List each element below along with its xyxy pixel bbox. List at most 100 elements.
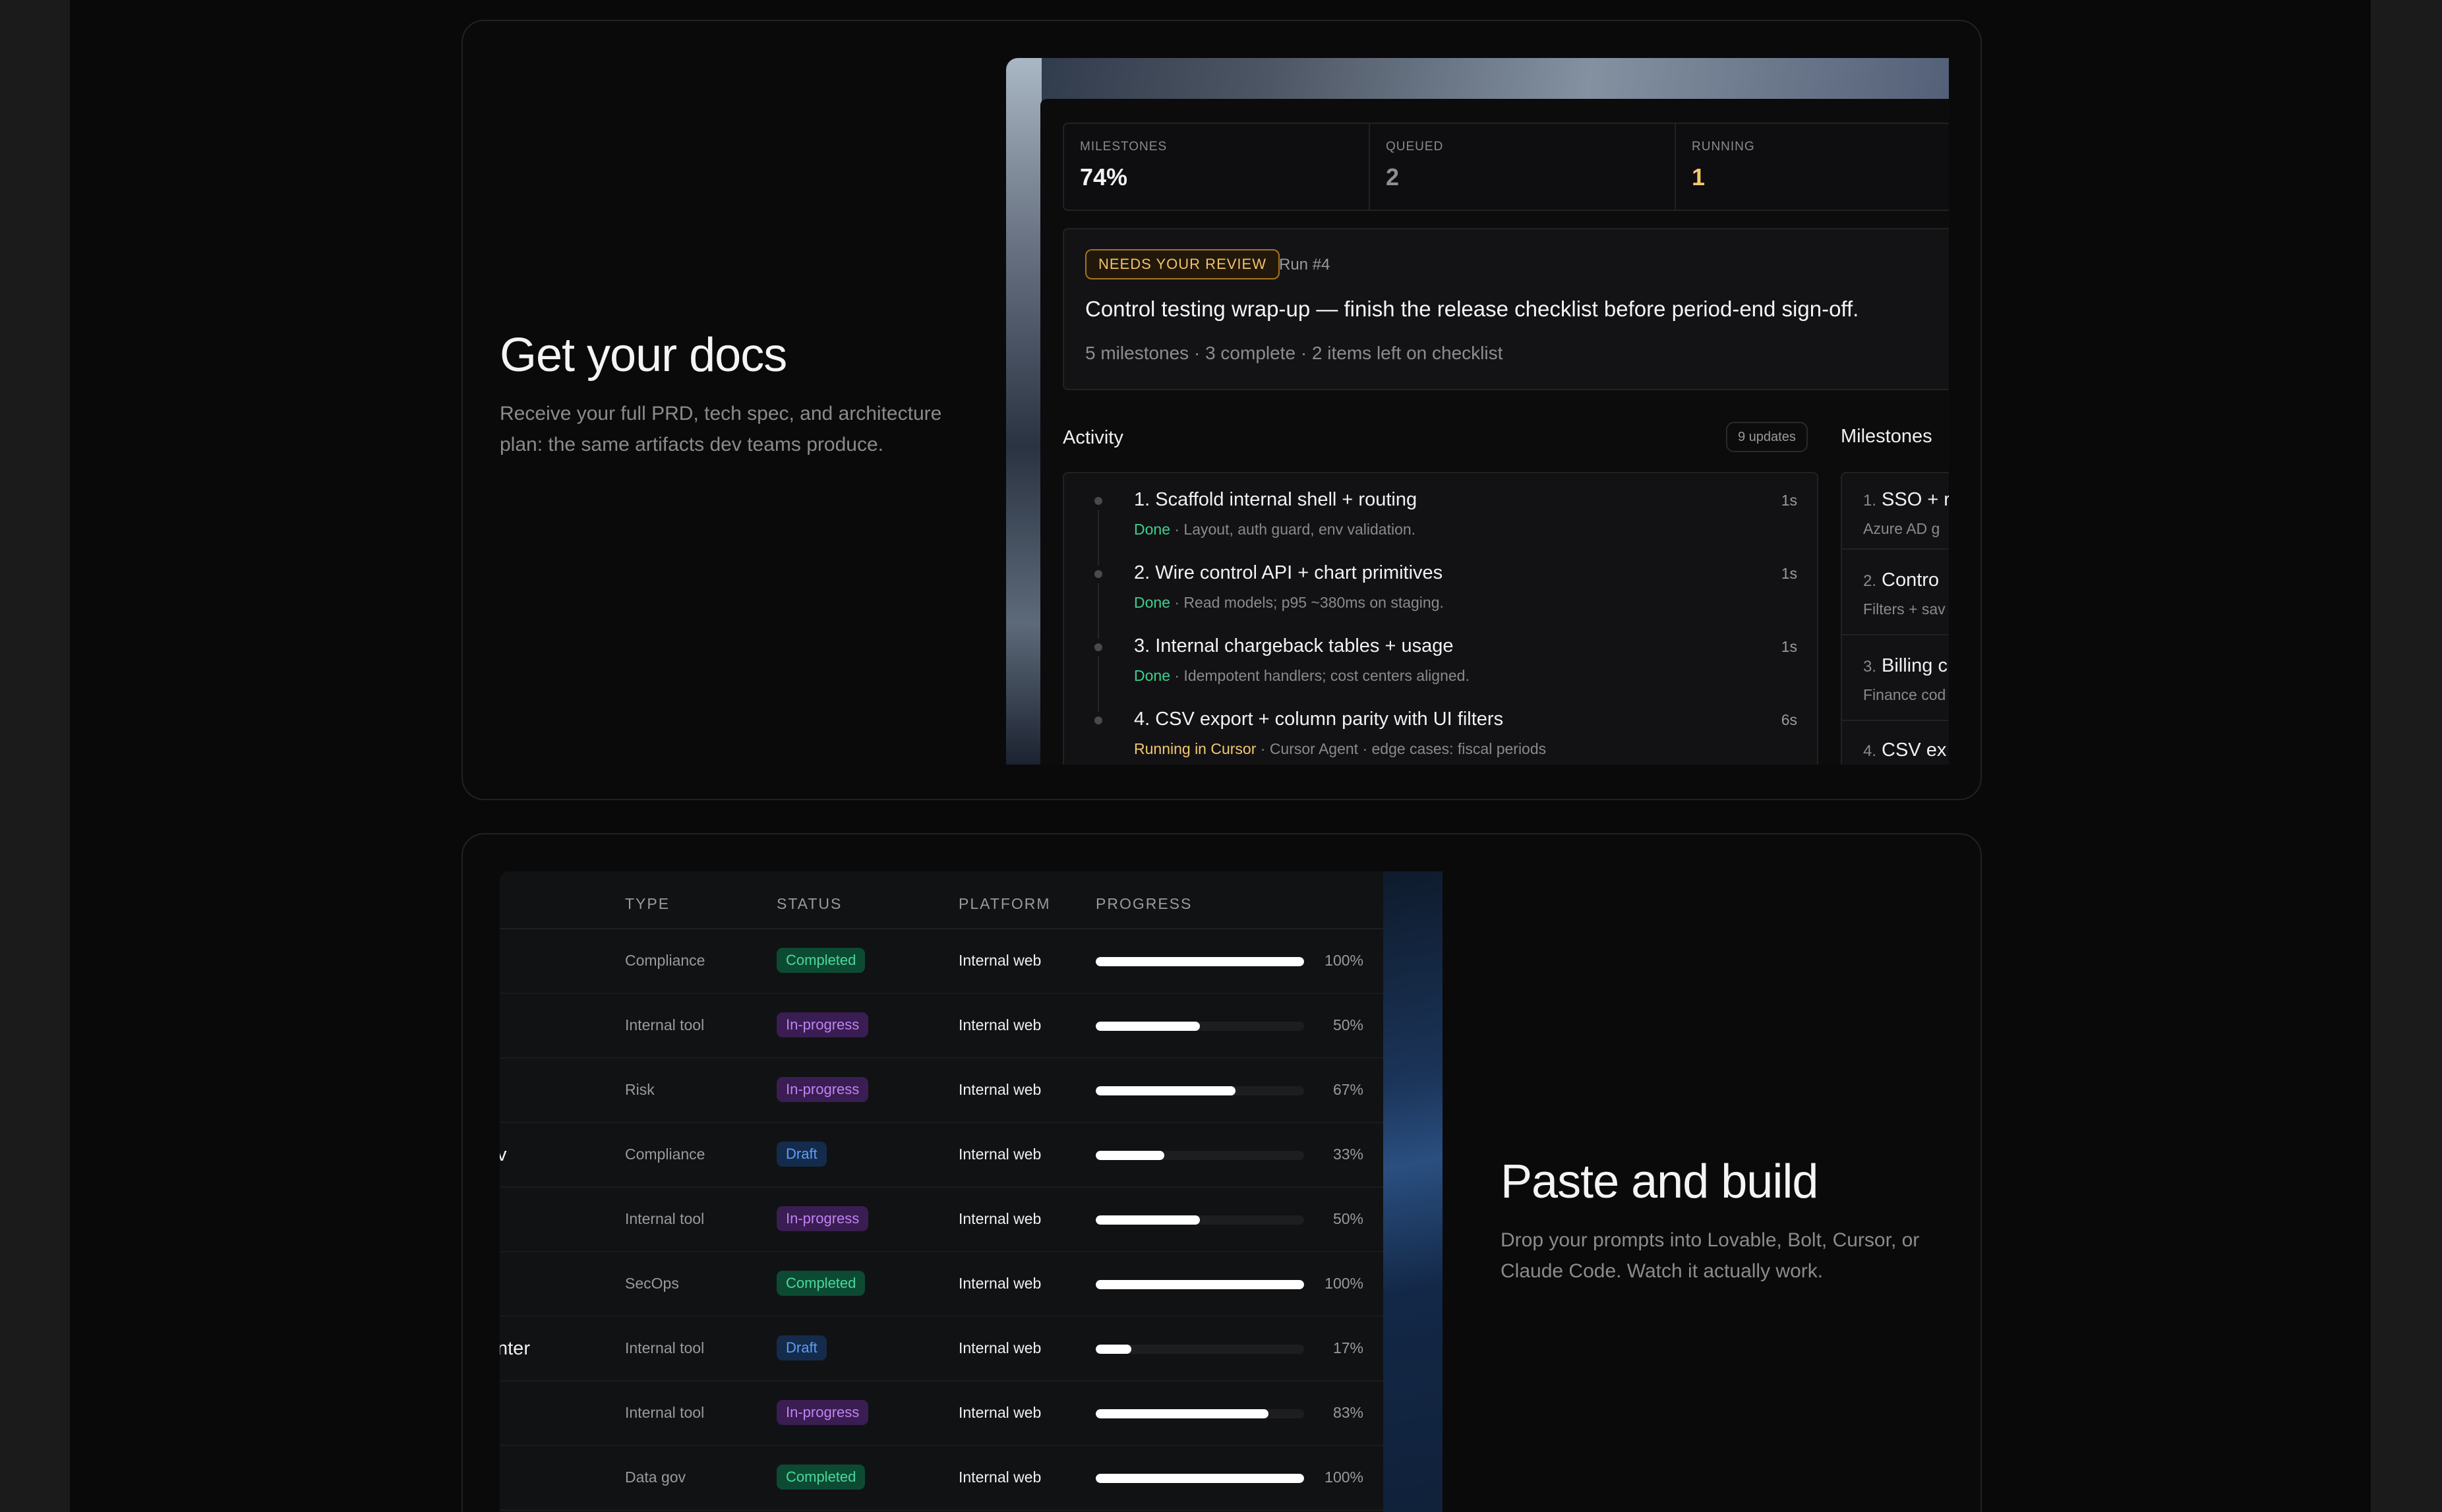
progress-fill <box>1096 1086 1236 1095</box>
status-badge: In-progress <box>777 1077 869 1102</box>
progress-percent: 50% <box>1332 1210 1363 1227</box>
status-badge: Completed <box>777 1271 866 1296</box>
progress-percent: 100% <box>1325 952 1363 969</box>
progress-percent: 67% <box>1332 1081 1363 1098</box>
milestone-item[interactable]: 2. Contro Filters + sav <box>1863 569 1949 618</box>
table-row[interactable]: Internal tool In-progress Internal web 83% <box>500 1381 1383 1446</box>
progress-bar <box>1096 1474 1304 1483</box>
table-row[interactable]: Compliance Completed Internal web 100% <box>500 929 1383 994</box>
stat-queued: QUEUED 2 <box>1370 124 1676 210</box>
table-row[interactable]: v Compliance Draft Internal web 33% <box>500 1123 1383 1188</box>
milestone-subtitle: Azure AD g <box>1863 520 1940 537</box>
dashboard-preview: MILESTONES 74% QUEUED 2 RUNNING 1 NEEDS … <box>1006 58 1949 765</box>
activity-status: Done <box>1134 521 1170 538</box>
progress-bar <box>1096 1345 1304 1354</box>
platform: Internal web <box>959 1081 1042 1098</box>
milestone-number: 3. <box>1863 658 1877 676</box>
activity-status: Done <box>1134 594 1170 611</box>
activity-detail: · Layout, auth guard, env validation. <box>1170 521 1416 538</box>
project-type: SecOps <box>625 1275 679 1292</box>
milestone-item[interactable]: 1. SSO + r Azure AD g <box>1863 489 1949 538</box>
timeline-dot <box>1094 643 1102 651</box>
column-header-type[interactable]: TYPE <box>625 895 670 913</box>
status-badge: In-progress <box>777 1400 869 1425</box>
table-row[interactable]: Risk In-progress Internal web 67% <box>500 1059 1383 1123</box>
progress-fill <box>1096 1151 1165 1160</box>
column-header-status[interactable]: STATUS <box>777 895 842 913</box>
progress-percent: 83% <box>1332 1404 1363 1421</box>
progress-bar <box>1096 957 1304 966</box>
milestone-number: 2. <box>1863 572 1877 590</box>
table-row[interactable]: Data gov Completed Internal web 100% <box>500 1446 1383 1511</box>
section-description: Receive your full PRD, tech spec, and ar… <box>500 403 942 455</box>
section-heading: Paste and build <box>1501 1155 1818 1208</box>
progress-bar <box>1096 1215 1304 1225</box>
platform: Internal web <box>959 952 1042 969</box>
stat-value: 1 <box>1692 163 1706 190</box>
milestone-number: 4. <box>1863 742 1877 760</box>
dashboard-window: MILESTONES 74% QUEUED 2 RUNNING 1 NEEDS … <box>1040 99 1949 765</box>
projects-table-preview: TYPE STATUS PLATFORM PROGRESS Compliance… <box>500 871 1443 1512</box>
milestone-item[interactable]: 3. Billing c Finance cod <box>1863 655 1949 704</box>
progress-percent: 33% <box>1332 1146 1363 1163</box>
activity-item[interactable]: 4. CSV export + column parity with UI fi… <box>1064 695 1817 765</box>
progress-bar <box>1096 1086 1304 1095</box>
progress-bar <box>1096 1022 1304 1031</box>
progress-percent: 17% <box>1332 1339 1363 1356</box>
progress-bar <box>1096 1280 1304 1289</box>
preview-backdrop <box>1383 871 1443 1512</box>
activity-time: 1s <box>1781 638 1797 655</box>
column-header-platform[interactable]: PLATFORM <box>959 895 1051 913</box>
activity-meta: Done · Read models; p95 ~380ms on stagin… <box>1134 594 1444 612</box>
progress-fill <box>1096 1280 1304 1289</box>
activity-item[interactable]: 2. Wire control API + chart primitives D… <box>1064 549 1817 639</box>
project-name: v <box>500 1144 507 1166</box>
platform: Internal web <box>959 1275 1042 1292</box>
project-type: Internal tool <box>625 1210 705 1227</box>
platform: Internal web <box>959 1339 1042 1356</box>
status-badge: Completed <box>777 1465 866 1490</box>
activity-item[interactable]: 1. Scaffold internal shell + routing Don… <box>1064 476 1817 566</box>
activity-time: 6s <box>1781 711 1797 728</box>
activity-heading: Activity <box>1063 427 1123 448</box>
timeline-dot <box>1094 716 1102 724</box>
milestone-number: 1. <box>1863 492 1877 509</box>
milestone-item[interactable]: 4. CSV ex <box>1863 740 1949 761</box>
project-type: Risk <box>625 1081 655 1098</box>
activity-detail: · Read models; p95 ~380ms on staging. <box>1170 594 1444 611</box>
project-name: nter <box>500 1338 530 1359</box>
stat-label: QUEUED <box>1386 140 1444 154</box>
review-badge: NEEDS YOUR REVIEW <box>1085 249 1280 279</box>
preview-backdrop <box>1006 58 1042 765</box>
stat-value: 2 <box>1386 163 1400 190</box>
status-badge: Completed <box>777 948 866 973</box>
activity-meta: Done · Layout, auth guard, env validatio… <box>1134 521 1415 538</box>
activity-name: 4. CSV export + column parity with UI fi… <box>1134 709 1504 730</box>
milestone-title: SSO + r <box>1882 489 1949 510</box>
stat-value: 74% <box>1080 163 1128 190</box>
column-header-progress[interactable]: PROGRESS <box>1096 895 1192 913</box>
activity-meta: Done · Idempotent handlers; cost centers… <box>1134 667 1470 685</box>
activity-item[interactable]: 3. Internal chargeback tables + usage Do… <box>1064 622 1817 712</box>
progress-fill <box>1096 1022 1200 1031</box>
progress-bar <box>1096 1151 1304 1160</box>
status-badge: Draft <box>777 1142 827 1167</box>
feature-card-docs: Get your docs Receive your full PRD, tec… <box>462 20 1982 800</box>
review-card[interactable]: NEEDS YOUR REVIEW Run #4 Control testing… <box>1063 228 1949 390</box>
activity-time: 1s <box>1781 565 1797 582</box>
table-row[interactable]: SecOps Completed Internal web 100% <box>500 1252 1383 1317</box>
progress-fill <box>1096 1215 1200 1225</box>
table-row[interactable]: nter Internal tool Draft Internal web 17% <box>500 1317 1383 1381</box>
progress-fill <box>1096 957 1304 966</box>
progress-fill <box>1096 1345 1131 1354</box>
table-row[interactable]: Internal tool In-progress Internal web 50% <box>500 994 1383 1059</box>
milestone-title: Billing c <box>1882 655 1948 676</box>
progress-percent: 50% <box>1332 1016 1363 1033</box>
table-row[interactable]: Internal tool In-progress Internal web 50% <box>500 1188 1383 1252</box>
activity-status: Running in Cursor <box>1134 740 1257 757</box>
section-heading: Get your docs <box>500 329 787 382</box>
page-canvas: Get your docs Receive your full PRD, tec… <box>70 0 2371 1512</box>
progress-fill <box>1096 1474 1304 1483</box>
status-badge: In-progress <box>777 1206 869 1231</box>
platform: Internal web <box>959 1468 1042 1486</box>
